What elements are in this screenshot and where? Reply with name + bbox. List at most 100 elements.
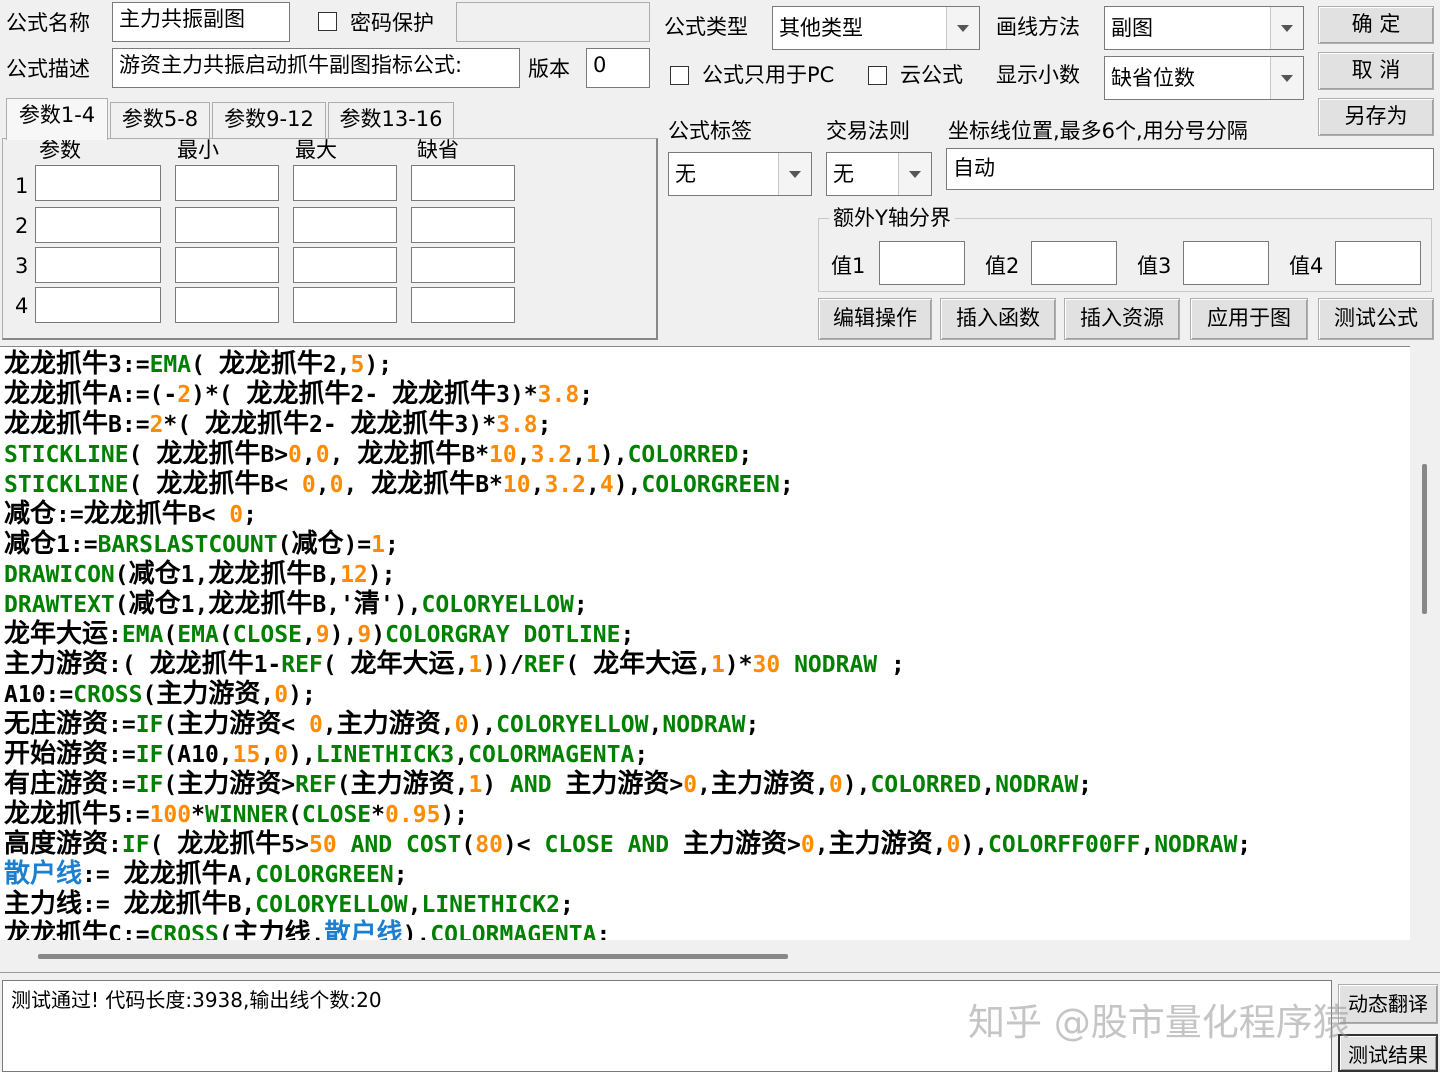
- draw-method-select[interactable]: 副图: [1104, 6, 1304, 50]
- insert-resource-button[interactable]: 插入资源: [1064, 298, 1180, 340]
- code-token: (: [218, 622, 233, 648]
- code-token: REF: [295, 772, 337, 798]
- tab-params-13-16[interactable]: 参数13-16: [328, 102, 454, 138]
- code-token: 0.95: [385, 802, 441, 828]
- code-token: '),: [379, 592, 422, 618]
- code-token: (: [114, 592, 129, 618]
- param-4-name-input[interactable]: [35, 287, 161, 323]
- cloud-formula-checkbox[interactable]: [868, 66, 887, 85]
- param-3-max-input[interactable]: [293, 247, 397, 283]
- chevron-down-icon[interactable]: [778, 153, 811, 195]
- code-token: ,: [301, 622, 316, 648]
- code-token: B<: [260, 472, 302, 498]
- decimal-select[interactable]: 缺省位数: [1104, 56, 1304, 100]
- tab-params-5-8[interactable]: 参数5-8: [110, 102, 210, 138]
- test-result-button[interactable]: 测试结果: [1338, 1034, 1438, 1072]
- code-token: ;: [745, 712, 760, 738]
- code-token: COLORYELLOW: [496, 712, 649, 738]
- code-token: 散户线: [324, 919, 403, 941]
- code-token: 0: [946, 832, 961, 858]
- code-editor[interactable]: 龙龙抓牛3:=EMA( 龙龙抓牛2,5); 龙龙抓牛A:=(-2)*( 龙龙抓牛2…: [0, 346, 1410, 941]
- param-1-default-input[interactable]: [411, 165, 515, 201]
- param-1-max-input[interactable]: [293, 165, 397, 201]
- code-token: REF: [281, 652, 323, 678]
- y-value-3-input[interactable]: [1183, 241, 1269, 285]
- chevron-down-icon[interactable]: [898, 153, 931, 195]
- code-token: :=: [56, 502, 84, 528]
- code-token: 0: [315, 442, 330, 468]
- y-value-2-input[interactable]: [1031, 241, 1117, 285]
- code-token: (: [128, 442, 157, 468]
- code-token: ): [371, 622, 386, 648]
- code-token: 5: [350, 352, 365, 378]
- code-token: ,: [981, 772, 996, 798]
- version-input[interactable]: 0: [586, 48, 650, 88]
- dynamic-translate-button[interactable]: 动态翻译: [1338, 984, 1438, 1024]
- code-token: ,: [1140, 832, 1155, 858]
- code-token: 龙年大运: [593, 649, 698, 679]
- code-token: 2: [177, 382, 192, 408]
- code-token: B<: [187, 502, 230, 528]
- code-token: AND: [510, 772, 552, 798]
- formula-name-input[interactable]: 主力共振副图: [112, 2, 290, 42]
- code-token: 30: [752, 652, 781, 678]
- trade-rule-select[interactable]: 无: [826, 152, 932, 196]
- edit-operation-button[interactable]: 编辑操作: [818, 298, 932, 340]
- code-token: ;: [559, 892, 574, 918]
- password-checkbox[interactable]: [318, 12, 337, 31]
- code-token: (: [163, 622, 178, 648]
- formula-type-select[interactable]: 其他类型: [772, 6, 980, 50]
- code-token: 主力游资: [4, 649, 109, 679]
- horizontal-scrollbar[interactable]: [0, 940, 1440, 973]
- save-as-button[interactable]: 另存为: [1318, 98, 1434, 136]
- code-line: 龙龙抓牛5:=100*WINNER(CLOSE*0.95);: [4, 799, 468, 829]
- param-2-min-input[interactable]: [175, 207, 279, 243]
- tab-params-9-12[interactable]: 参数9-12: [212, 102, 326, 138]
- test-formula-button[interactable]: 测试公式: [1318, 298, 1434, 340]
- param-4-max-input[interactable]: [293, 287, 397, 323]
- param-2-name-input[interactable]: [35, 207, 161, 243]
- decimal-label: 显示小数: [996, 63, 1080, 87]
- horizontal-scrollbar-thumb[interactable]: [38, 954, 788, 959]
- param-2-max-input[interactable]: [293, 207, 397, 243]
- chevron-down-icon[interactable]: [1270, 57, 1303, 99]
- pc-only-checkbox[interactable]: [670, 66, 689, 85]
- code-token: ;: [620, 622, 635, 648]
- code-token: 100: [149, 802, 192, 828]
- insert-function-button[interactable]: 插入函数: [940, 298, 1056, 340]
- chevron-down-icon[interactable]: [946, 7, 979, 49]
- chevron-down-icon[interactable]: [1270, 7, 1303, 49]
- code-token: ),: [842, 772, 871, 798]
- tab-params-1-4[interactable]: 参数1-4: [6, 98, 108, 140]
- password-input[interactable]: [456, 2, 650, 42]
- apply-to-chart-button[interactable]: 应用于图: [1190, 298, 1308, 340]
- y-value-4-input[interactable]: [1335, 241, 1421, 285]
- vertical-scrollbar-thumb[interactable]: [1422, 464, 1427, 614]
- code-line: 龙龙抓牛B:=2*( 龙龙抓牛2- 龙龙抓牛3)*3.8;: [4, 409, 552, 439]
- ok-button[interactable]: 确 定: [1318, 6, 1434, 44]
- param-1-name-input[interactable]: [35, 165, 161, 201]
- param-row-number: 4: [15, 294, 29, 318]
- code-line: 减仓1:=BARSLASTCOUNT(减仓)=1;: [4, 529, 399, 559]
- axis-position-input[interactable]: 自动: [946, 148, 1434, 190]
- code-token: EMA: [177, 622, 219, 648]
- cancel-button[interactable]: 取 消: [1318, 52, 1434, 90]
- param-4-default-input[interactable]: [411, 287, 515, 323]
- param-2-default-input[interactable]: [411, 207, 515, 243]
- code-token: DRAWICON: [4, 562, 115, 588]
- param-1-min-input[interactable]: [175, 165, 279, 201]
- params-header-min: 最小: [177, 138, 219, 162]
- param-4-min-input[interactable]: [175, 287, 279, 323]
- vertical-scrollbar[interactable]: [1410, 346, 1440, 940]
- param-3-default-input[interactable]: [411, 247, 515, 283]
- formula-desc-input[interactable]: 游资主力共振启动抓牛副图指标公式:: [112, 48, 520, 88]
- formula-tag-select[interactable]: 无: [668, 152, 812, 196]
- code-token: COLORMAGENTA: [468, 742, 635, 768]
- param-3-name-input[interactable]: [35, 247, 161, 283]
- formula-tag-label: 公式标签: [668, 119, 752, 143]
- y-value-1-input[interactable]: [879, 241, 965, 285]
- code-token: 龙龙抓牛: [208, 589, 313, 619]
- code-token: A10:=: [4, 682, 74, 708]
- code-token: 3)*: [496, 382, 538, 408]
- param-3-min-input[interactable]: [175, 247, 279, 283]
